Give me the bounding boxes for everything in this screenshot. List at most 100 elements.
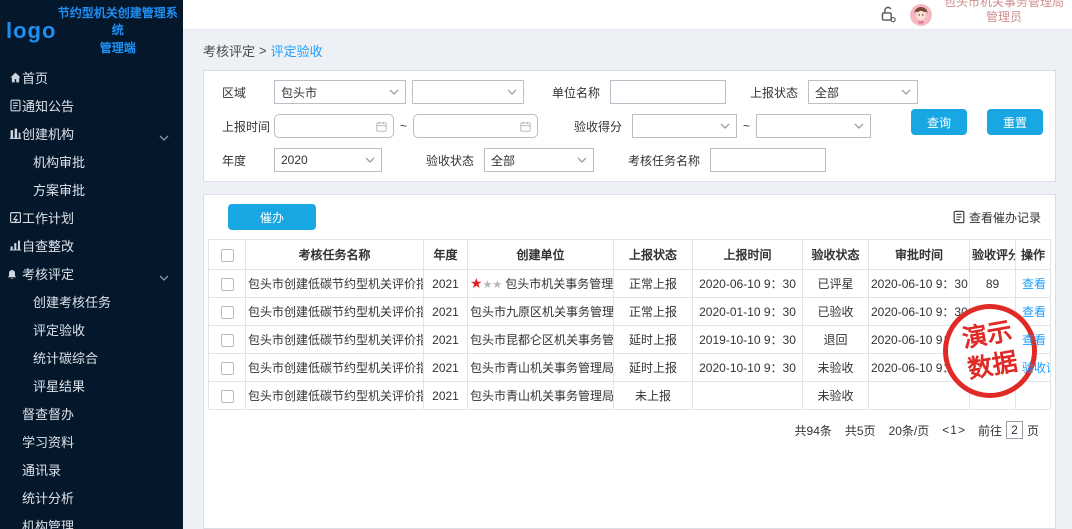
accept-status-label: 验收状态	[426, 152, 474, 169]
unit-name-label: 单位名称	[552, 84, 600, 101]
document-icon	[952, 210, 966, 224]
sidebar-item-督查督办[interactable]: 督查督办	[0, 399, 183, 427]
sidebar-item-学习资料[interactable]: 学习资料	[0, 427, 183, 455]
score-to-select[interactable]	[756, 114, 871, 138]
action-link-查看[interactable]: 查看	[1022, 305, 1046, 319]
task-name-label: 考核任务名称	[628, 152, 700, 169]
goto-page-input[interactable]: 2	[1006, 421, 1023, 439]
menu-icon-placeholder	[8, 518, 22, 529]
pagination-per-page: 20条/页	[889, 422, 930, 439]
action-link-查看[interactable]: 查看	[1022, 277, 1046, 291]
region-city-select[interactable]: 包头市	[274, 80, 406, 104]
cell-report-time: 2020-06-10 9：30	[693, 270, 803, 298]
cell-task: 包头市创建低碳节约型机关评价指标	[246, 326, 424, 354]
results-table: 考核任务名称年度创建单位上报状态上报时间验收状态审批时间验收评分操作 包头市创建…	[208, 239, 1051, 410]
year-value: 2020	[281, 153, 308, 167]
reset-button[interactable]: 重置	[987, 109, 1043, 135]
sidebar-item-创建考核任务[interactable]: 创建考核任务	[0, 287, 183, 315]
cell-report-time: 2019-10-10 9：30	[693, 326, 803, 354]
sidebar-item-首页[interactable]: 首页	[0, 63, 183, 91]
row-checkbox[interactable]	[221, 362, 234, 375]
breadcrumb-parent[interactable]: 考核评定	[203, 41, 255, 60]
user-org: 包头市机关事务管理局	[944, 0, 1064, 10]
sidebar-item-自查整改[interactable]: 自查整改	[0, 231, 183, 259]
sidebar-item-机构审批[interactable]: 机构审批	[0, 147, 183, 175]
calendar-icon	[376, 121, 387, 132]
report-status-select[interactable]: 全部	[808, 80, 918, 104]
cell-accept-status: 未验收	[803, 354, 869, 382]
tilde: ~	[743, 119, 750, 133]
sidebar-item-工作计划[interactable]: 工作计划	[0, 203, 183, 231]
accept-status-select[interactable]: 全部	[484, 148, 594, 172]
cell-year: 2021	[424, 354, 468, 382]
sidebar-item-label: 统计碳综合	[33, 348, 98, 367]
score-from-select[interactable]	[632, 114, 737, 138]
sidebar: logo 节约型机关创建管理系统 管理端 首页通知公告创建机构机构审批方案审批工…	[0, 0, 183, 529]
urge-button[interactable]: 催办	[228, 204, 316, 230]
row-checkbox[interactable]	[221, 390, 234, 403]
select-all-checkbox[interactable]	[221, 249, 234, 262]
row-checkbox-cell	[209, 326, 246, 354]
app-title: 节约型机关创建管理系统 管理端	[56, 5, 179, 57]
sidebar-item-统计分析[interactable]: 统计分析	[0, 483, 183, 511]
chevron-down-icon	[159, 129, 169, 144]
unit-name-input[interactable]	[610, 80, 726, 104]
sidebar-item-评星结果[interactable]: 评星结果	[0, 371, 183, 399]
table-row: 包头市创建低碳节约型机关评价指标2021★★★包头市机关事务管理局正常上报202…	[209, 270, 1051, 298]
sidebar-item-评定验收[interactable]: 评定验收	[0, 315, 183, 343]
cell-accept-status: 退回	[803, 326, 869, 354]
plan-icon	[8, 210, 22, 224]
view-urge-records-link[interactable]: 查看催办记录	[952, 209, 1041, 226]
sidebar-item-通知公告[interactable]: 通知公告	[0, 91, 183, 119]
sidebar-item-统计碳综合[interactable]: 统计碳综合	[0, 343, 183, 371]
accept-status-value: 全部	[491, 152, 515, 169]
chevron-down-icon	[901, 89, 911, 95]
chevron-down-icon	[577, 157, 587, 163]
menu-icon-placeholder	[8, 490, 22, 504]
column-header-上报状态: 上报状态	[614, 240, 693, 270]
filter-buttons: 查询 重置	[911, 109, 1043, 135]
table-header-row: 考核任务名称年度创建单位上报状态上报时间验收状态审批时间验收评分操作	[209, 240, 1051, 270]
action-link-查看[interactable]: 查看	[1022, 333, 1046, 347]
prev-page-arrow[interactable]: <	[942, 423, 949, 437]
menu-icon-placeholder	[8, 462, 22, 476]
cell-report-status: 未上报	[614, 382, 693, 410]
task-name-input[interactable]	[710, 148, 826, 172]
column-header-考核任务名称: 考核任务名称	[246, 240, 424, 270]
column-header-验收评分: 验收评分	[970, 240, 1016, 270]
unlock-settings-icon[interactable]	[878, 5, 898, 24]
report-time-to-input[interactable]	[413, 114, 538, 138]
report-time-from-input[interactable]	[274, 114, 394, 138]
report-time-label: 上报时间	[222, 118, 274, 135]
chevron-down-icon	[507, 89, 517, 95]
year-select[interactable]: 2020	[274, 148, 382, 172]
user-info[interactable]: 包头市机关事务管理局 管理员	[944, 0, 1064, 25]
sidebar-item-label: 方案审批	[33, 180, 85, 199]
org-icon	[8, 126, 22, 140]
sidebar-item-考核评定[interactable]: 考核评定	[0, 259, 183, 287]
filter-row-1: 区域 包头市 单位名称 上报状态 全部	[222, 75, 1043, 109]
filter-panel: 区域 包头市 单位名称 上报状态 全部	[203, 70, 1056, 182]
row-checkbox[interactable]	[221, 306, 234, 319]
action-link-验收评分[interactable]: 验收评分	[1022, 361, 1051, 375]
table-row: 包头市创建低碳节约型机关评价指标2021包头市青山机关事务管理局延时上报2020…	[209, 354, 1051, 382]
sidebar-item-机构管理[interactable]: 机构管理	[0, 511, 183, 529]
sidebar-item-label: 工作计划	[22, 208, 74, 227]
breadcrumb-current: 评定验收	[271, 41, 323, 60]
region-district-select[interactable]	[412, 80, 524, 104]
year-label: 年度	[222, 152, 274, 169]
avatar[interactable]	[910, 4, 932, 26]
row-checkbox[interactable]	[221, 278, 234, 291]
sidebar-item-label: 首页	[22, 68, 48, 87]
column-header-审批时间: 审批时间	[869, 240, 970, 270]
table-row: 包头市创建低碳节约型机关评价指标2021包头市青山机关事务管理局未上报未验收	[209, 382, 1051, 410]
sidebar-item-通讯录[interactable]: 通讯录	[0, 455, 183, 483]
cell-task: 包头市创建低碳节约型机关评价指标	[246, 298, 424, 326]
sidebar-item-创建机构[interactable]: 创建机构	[0, 119, 183, 147]
sidebar-item-方案审批[interactable]: 方案审批	[0, 175, 183, 203]
row-checkbox[interactable]	[221, 334, 234, 347]
next-page-arrow[interactable]: >	[958, 423, 965, 437]
header-checkbox-cell	[209, 240, 246, 270]
search-button[interactable]: 查询	[911, 109, 967, 135]
row-checkbox-cell	[209, 382, 246, 410]
